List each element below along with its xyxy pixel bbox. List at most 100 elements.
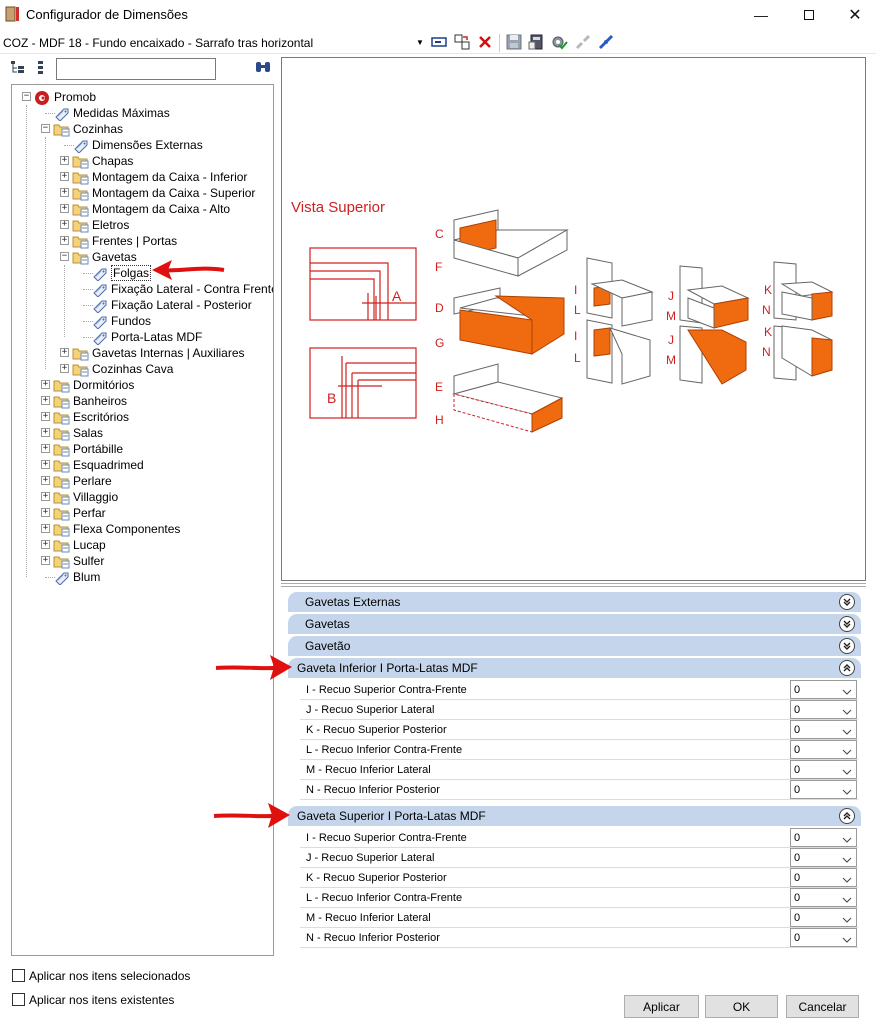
expand-toggle[interactable]: + bbox=[41, 444, 50, 453]
tree-node[interactable]: Blum bbox=[53, 569, 100, 586]
property-value-dropdown[interactable]: 0 bbox=[790, 780, 857, 799]
section-header[interactable]: Gavetas bbox=[288, 614, 861, 634]
tree-node[interactable]: Folgas bbox=[91, 265, 152, 282]
expand-toggle[interactable]: + bbox=[60, 220, 69, 229]
property-value-dropdown[interactable]: 0 bbox=[790, 928, 857, 947]
config-select[interactable]: COZ - MDF 18 - Fundo encaixado - Sarrafo… bbox=[2, 34, 426, 52]
panel-splitter[interactable] bbox=[281, 583, 866, 587]
tree-node[interactable]: Porta-Latas MDF bbox=[91, 329, 202, 346]
save-icon[interactable] bbox=[505, 33, 523, 51]
expand-toggle[interactable]: + bbox=[41, 508, 50, 517]
section-header[interactable]: Gavetas Externas bbox=[288, 592, 861, 612]
tree-node[interactable]: Perfar bbox=[53, 505, 106, 521]
settings-check-icon[interactable] bbox=[550, 33, 568, 51]
expand-chevron-icon[interactable] bbox=[839, 638, 855, 654]
calculator-icon[interactable] bbox=[527, 33, 545, 51]
expand-toggle[interactable]: + bbox=[60, 204, 69, 213]
expand-toggle[interactable]: + bbox=[41, 556, 50, 565]
tree-node[interactable]: Chapas bbox=[72, 153, 133, 169]
collapse-toggle[interactable]: − bbox=[60, 252, 69, 261]
tree-node[interactable]: Perlare bbox=[53, 473, 112, 489]
tree-node[interactable]: Frentes | Portas bbox=[72, 233, 177, 249]
property-value-dropdown[interactable]: 0 bbox=[790, 700, 857, 719]
copy-config-icon[interactable] bbox=[453, 33, 471, 51]
expand-toggle[interactable]: + bbox=[41, 540, 50, 549]
property-value-dropdown[interactable]: 0 bbox=[790, 868, 857, 887]
property-value-dropdown[interactable]: 0 bbox=[790, 740, 857, 759]
tree-node[interactable]: Dormitórios bbox=[53, 377, 134, 393]
apply-existing-checkbox[interactable] bbox=[12, 993, 25, 1006]
expand-chevron-icon[interactable] bbox=[839, 594, 855, 610]
tree-node[interactable]: Dimensões Externas bbox=[72, 137, 203, 154]
tree-node[interactable]: Gavetas Internas | Auxiliares bbox=[72, 345, 245, 361]
chevron-down-icon[interactable]: ▼ bbox=[416, 38, 424, 47]
expand-toggle[interactable]: + bbox=[41, 380, 50, 389]
ok-button[interactable]: OK bbox=[705, 995, 778, 1018]
expand-toggle[interactable]: + bbox=[60, 156, 69, 165]
property-value-dropdown[interactable]: 0 bbox=[790, 760, 857, 779]
expand-toggle[interactable]: + bbox=[60, 364, 69, 373]
tree-node[interactable]: Fundos bbox=[91, 313, 151, 330]
tree-node[interactable]: Flexa Componentes bbox=[53, 521, 180, 537]
apply-button[interactable]: Aplicar bbox=[624, 995, 699, 1018]
tree-node[interactable]: Portábille bbox=[53, 441, 123, 457]
minimize-button[interactable]: — bbox=[738, 0, 784, 30]
tree-node[interactable]: Villaggio bbox=[53, 489, 118, 505]
property-value-dropdown[interactable]: 0 bbox=[790, 888, 857, 907]
property-value-dropdown[interactable]: 0 bbox=[790, 908, 857, 927]
expand-toggle[interactable]: + bbox=[60, 236, 69, 245]
expand-toggle[interactable]: + bbox=[60, 188, 69, 197]
delete-icon[interactable] bbox=[476, 33, 494, 51]
expand-toggle[interactable]: + bbox=[41, 492, 50, 501]
tree-node[interactable]: Banheiros bbox=[53, 393, 127, 409]
collapse-tree-icon[interactable] bbox=[36, 60, 46, 79]
binoculars-search-icon[interactable] bbox=[254, 60, 272, 79]
tree-node-label: Cozinhas Cava bbox=[92, 362, 174, 376]
tree-search-input[interactable] bbox=[56, 58, 216, 80]
tree-node[interactable]: Montagem da Caixa - Superior bbox=[72, 185, 255, 201]
expand-toggle[interactable]: + bbox=[60, 348, 69, 357]
cancel-button[interactable]: Cancelar bbox=[786, 995, 859, 1018]
expand-toggle[interactable]: + bbox=[60, 172, 69, 181]
connect-icon[interactable] bbox=[597, 33, 615, 51]
apply-selected-checkbox[interactable] bbox=[12, 969, 25, 982]
maximize-button[interactable] bbox=[786, 0, 832, 30]
tree-node[interactable]: Lucap bbox=[53, 537, 106, 553]
collapse-chevron-icon[interactable] bbox=[839, 808, 855, 824]
tree-node[interactable]: Eletros bbox=[72, 217, 129, 233]
tree-node[interactable]: Esquadrimed bbox=[53, 457, 144, 473]
tree-node[interactable]: Medidas Máximas bbox=[53, 105, 170, 122]
property-value-dropdown[interactable]: 0 bbox=[790, 848, 857, 867]
expand-toggle[interactable]: + bbox=[41, 460, 50, 469]
expand-toggle[interactable]: + bbox=[41, 396, 50, 405]
expand-toggle[interactable]: + bbox=[41, 412, 50, 421]
collapse-toggle[interactable]: − bbox=[22, 92, 31, 101]
section-header[interactable]: Gaveta Superior I Porta-Latas MDF bbox=[288, 806, 861, 826]
expand-tree-icon[interactable] bbox=[10, 60, 26, 79]
tree-node[interactable]: Fixação Lateral - Posterior bbox=[91, 297, 252, 314]
collapse-toggle[interactable]: − bbox=[41, 124, 50, 133]
tree-node[interactable]: Gavetas bbox=[72, 249, 137, 265]
tree-node[interactable]: Promob bbox=[34, 89, 96, 105]
property-label: L - Recuo Inferior Contra-Frente bbox=[306, 892, 463, 904]
close-button[interactable]: ✕ bbox=[832, 0, 876, 30]
tree-node[interactable]: Cozinhas Cava bbox=[72, 361, 173, 377]
property-value-dropdown[interactable]: 0 bbox=[790, 680, 857, 699]
tree-node[interactable]: Montagem da Caixa - Inferior bbox=[72, 169, 247, 185]
expand-toggle[interactable]: + bbox=[41, 476, 50, 485]
tree-node[interactable]: Sulfer bbox=[53, 553, 104, 569]
property-value-dropdown[interactable]: 0 bbox=[790, 828, 857, 847]
expand-toggle[interactable]: + bbox=[41, 428, 50, 437]
section-header[interactable]: Gaveta Inferior I Porta-Latas MDF bbox=[288, 658, 861, 678]
rename-icon[interactable] bbox=[430, 33, 448, 51]
collapse-chevron-icon[interactable] bbox=[839, 660, 855, 676]
expand-toggle[interactable]: + bbox=[41, 524, 50, 533]
disconnect-icon[interactable] bbox=[574, 33, 592, 51]
tree-node[interactable]: Cozinhas bbox=[53, 121, 123, 137]
property-value-dropdown[interactable]: 0 bbox=[790, 720, 857, 739]
tree-node[interactable]: Montagem da Caixa - Alto bbox=[72, 201, 230, 217]
expand-chevron-icon[interactable] bbox=[839, 616, 855, 632]
tree-node[interactable]: Salas bbox=[53, 425, 103, 441]
section-header[interactable]: Gavetão bbox=[288, 636, 861, 656]
tree-node[interactable]: Escritórios bbox=[53, 409, 129, 425]
